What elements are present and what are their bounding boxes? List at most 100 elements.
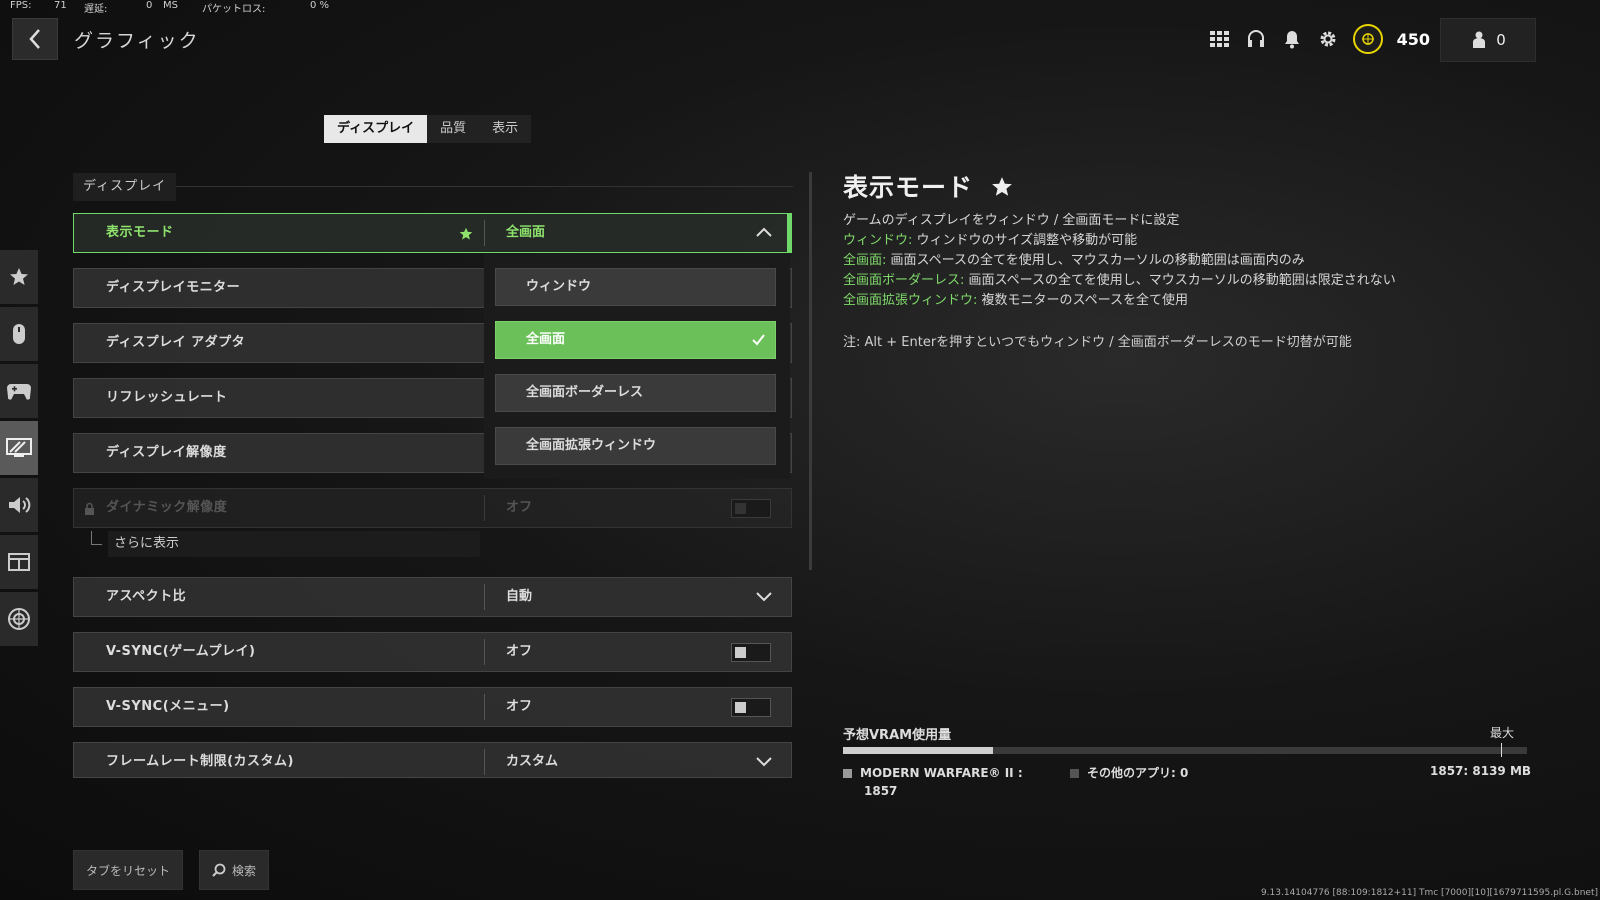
mouse-icon: [13, 324, 25, 344]
row-separator: [484, 694, 485, 720]
lock-icon: [85, 502, 94, 515]
sidebar-item-mouse[interactable]: [0, 307, 38, 361]
version-string: 9.13.14104776 [88:109:1812+11] Tmc [7000…: [1260, 888, 1598, 898]
setting-aspect-ratio[interactable]: アスペクト比 自動: [73, 577, 792, 617]
star-icon: [991, 177, 1012, 196]
setting-value: 自動: [506, 589, 533, 604]
option-window[interactable]: ウィンドウ: [495, 268, 776, 306]
fps-label: FPS:: [10, 0, 32, 11]
row-separator: [484, 749, 485, 775]
setting-vsync-menu[interactable]: V-SYNC(メニュー) オフ: [73, 687, 792, 727]
favorite-star-icon[interactable]: [459, 227, 473, 241]
chevron-down-icon: [756, 592, 772, 602]
vram-bar: [843, 743, 1527, 757]
vsync-gameplay-toggle[interactable]: [731, 643, 771, 662]
speaker-icon: [9, 497, 31, 513]
vram-bar-fill: [843, 747, 994, 754]
friends-icon: [1473, 31, 1486, 48]
row-separator: [484, 220, 485, 246]
graphics-tabs: ディスプレイ 品質 表示: [324, 115, 532, 143]
legend-game-label: MODERN WARFARE® II :: [860, 766, 1023, 780]
description-text: ウィンドウのサイズ調整や移動が可能: [912, 233, 1138, 248]
description-item: 全画面: 画面スペースの全てを使用し、マウスカーソルの移動範囲は画面内のみ: [843, 251, 1396, 271]
toggle-knob: [735, 503, 746, 514]
row-separator: [484, 584, 485, 610]
detail-description: ゲームのディスプレイをウィンドウ / 全画面モードに設定 ウィンドウ: ウィンド…: [843, 211, 1396, 311]
settings-sidebar: [0, 250, 38, 649]
tree-connector: [91, 531, 102, 545]
latency-unit: MS: [163, 0, 178, 11]
latency-label: 遅延:: [84, 4, 108, 15]
setting-label: 表示モード: [106, 225, 174, 240]
description-line: ゲームのディスプレイをウィンドウ / 全画面モードに設定: [843, 213, 1180, 228]
show-more-button[interactable]: さらに表示: [108, 531, 480, 557]
section-title: ディスプレイ: [73, 173, 177, 201]
network-icon: [8, 608, 30, 630]
setting-display-mode[interactable]: 表示モード 全画面: [73, 213, 792, 253]
option-borderless[interactable]: 全画面ボーダーレス: [495, 374, 776, 412]
top-toolbar: 450: [1209, 24, 1430, 54]
section-divider: [73, 186, 793, 187]
tab-view[interactable]: 表示: [479, 115, 531, 143]
friends-button[interactable]: 0: [1440, 18, 1536, 62]
description-text: 複数モニターのスペースを全て使用: [977, 293, 1188, 308]
setting-label: ディスプレイ アダプタ: [106, 335, 246, 350]
bell-icon[interactable]: [1281, 28, 1303, 50]
setting-value: オフ: [506, 500, 533, 515]
toggle-knob: [735, 647, 746, 658]
selected-indicator: [787, 213, 792, 253]
legend-swatch: [843, 769, 852, 778]
grid-menu-icon[interactable]: [1209, 28, 1231, 50]
tab-display[interactable]: ディスプレイ: [324, 115, 428, 143]
loss-value: 0 %: [310, 0, 330, 11]
description-term: ウィンドウ:: [843, 233, 913, 248]
vram-max-marker: [1501, 743, 1502, 757]
setting-label: フレームレート制限(カスタム): [106, 754, 294, 769]
page-title: グラフィック: [74, 30, 200, 52]
option-extended-window[interactable]: 全画面拡張ウィンドウ: [495, 427, 776, 465]
setting-label: アスペクト比: [106, 589, 187, 604]
sidebar-item-favorites[interactable]: [0, 250, 38, 304]
vram-max-label: 最大: [1490, 726, 1515, 740]
setting-label: ディスプレイモニター: [106, 280, 241, 295]
setting-vsync-gameplay[interactable]: V-SYNC(ゲームプレイ) オフ: [73, 632, 792, 672]
setting-framerate-limit[interactable]: フレームレート制限(カスタム) カスタム: [73, 742, 792, 778]
gamepad-icon: [7, 384, 31, 400]
vsync-menu-toggle[interactable]: [731, 698, 771, 717]
reset-tab-button[interactable]: タブをリセット: [73, 850, 183, 890]
loss-label: パケットロス:: [202, 4, 266, 15]
setting-label: リフレッシュレート: [106, 390, 228, 405]
vram-total: 1857: 8139 MB: [1430, 764, 1532, 778]
description-term: 全画面拡張ウィンドウ:: [843, 293, 978, 308]
cod-points-icon[interactable]: [1352, 24, 1383, 54]
gear-icon[interactable]: [1317, 28, 1339, 50]
sidebar-item-account[interactable]: [0, 592, 38, 646]
friends-count: 0: [1496, 31, 1506, 49]
tab-quality[interactable]: 品質: [427, 115, 479, 143]
description-text: 画面スペースの全てを使用し、マウスカーソルの移動範囲は限定されない: [964, 273, 1396, 288]
legend-swatch: [1070, 769, 1079, 778]
settings-scrollbar[interactable]: [809, 172, 812, 570]
option-fullscreen[interactable]: 全画面: [495, 321, 776, 359]
description-item: ウィンドウ: ウィンドウのサイズ調整や移動が可能: [843, 231, 1396, 251]
description-text: 画面スペースの全てを使用し、マウスカーソルの移動範囲は画面内のみ: [886, 253, 1305, 268]
toggle-knob: [735, 702, 746, 713]
sidebar-item-audio[interactable]: [0, 478, 38, 532]
headset-icon[interactable]: [1245, 28, 1267, 50]
sidebar-item-interface[interactable]: [0, 535, 38, 589]
dynamic-resolution-toggle: [731, 499, 771, 518]
setting-dynamic-resolution: ダイナミック解像度 オフ: [73, 488, 792, 528]
setting-label: ディスプレイ解像度: [106, 445, 227, 460]
sidebar-item-controller[interactable]: [0, 364, 38, 418]
chevron-left-icon: [29, 29, 40, 49]
description-term: 全画面:: [843, 253, 887, 268]
latency-value: 0: [146, 0, 153, 11]
sidebar-item-graphics[interactable]: [0, 421, 38, 475]
checkmark-icon: [752, 334, 765, 346]
setting-label: V-SYNC(ゲームプレイ): [106, 644, 256, 659]
back-button[interactable]: [12, 18, 58, 60]
search-button[interactable]: 検索: [199, 850, 269, 890]
setting-label: V-SYNC(メニュー): [106, 699, 230, 714]
chevron-down-icon: [756, 757, 772, 767]
star-icon: [10, 268, 28, 285]
